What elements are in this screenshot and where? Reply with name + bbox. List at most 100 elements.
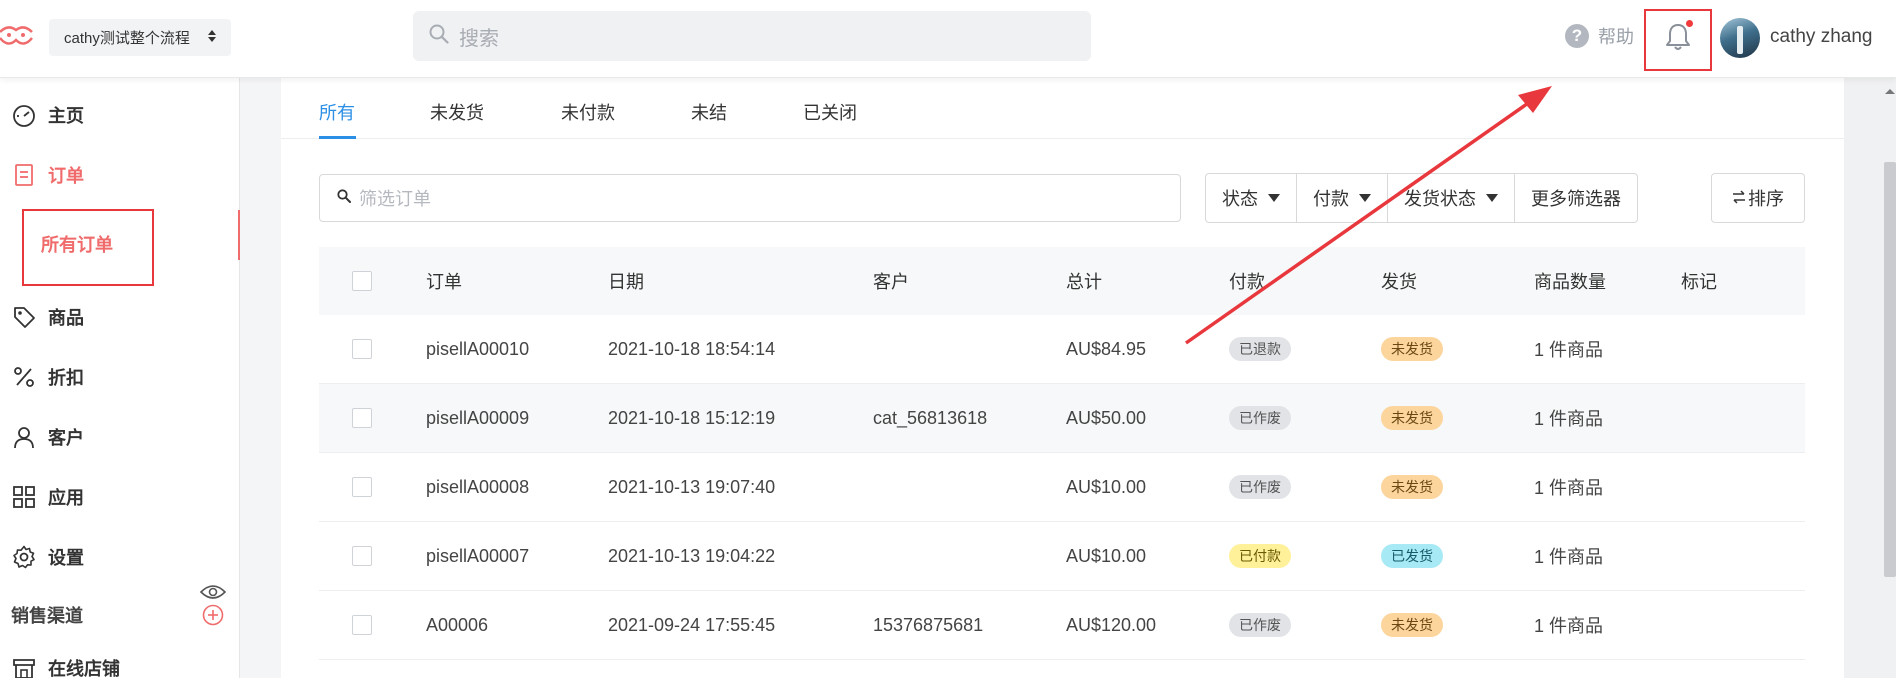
help-link[interactable]: ? 帮助 [1565,23,1634,49]
sidebar-item-label: 应用 [48,488,84,508]
order-customer: cat_56813618 [873,407,988,428]
table-row[interactable]: pisellA00008 2021-10-13 19:07:40 AU$10.0… [319,453,1805,522]
top-bar: cathy测试整个流程 搜索 ? 帮助 cathy zhang [0,0,1896,78]
sidebar-item-discounts[interactable]: 折扣 [0,355,240,399]
table-row[interactable]: pisellA00010 2021-10-18 18:54:14 AU$84.9… [319,315,1805,384]
row-checkbox[interactable] [352,408,372,428]
shipping-status-badge: 未发货 [1381,475,1443,499]
item-count: 1 件商品 [1534,547,1604,567]
sidebar-item-apps[interactable]: 应用 [0,475,240,519]
add-channel-icon[interactable] [202,604,224,631]
sort-button[interactable]: 排序 [1711,173,1805,223]
sidebar-item-online-store[interactable]: 在线店铺 [0,646,240,678]
table-row[interactable]: pisellA00009 2021-10-18 15:12:19 cat_568… [319,384,1805,453]
payment-status-badge: 已作废 [1229,613,1291,637]
dashboard-icon [11,102,37,128]
status-filter-button[interactable]: 状态 [1206,174,1297,222]
sidebar: 主页 订单 所有订单 商品 折扣 客户 应用 设置 销售渠道 在线店铺 [0,78,240,678]
sidebar-subitem-all-orders[interactable]: 所有订单 [22,209,154,286]
shipping-status-badge: 已发货 [1381,544,1443,568]
table-row[interactable]: A00006 2021-09-24 17:55:45 15376875681 A… [319,591,1805,660]
row-checkbox[interactable] [352,615,372,635]
tab-closed[interactable]: 已关闭 [803,99,857,125]
column-header-total[interactable]: 总计 [1066,247,1102,315]
row-checkbox[interactable] [352,339,372,359]
apps-icon [11,484,37,510]
store-name: cathy测试整个流程 [64,30,190,47]
sidebar-item-home[interactable]: 主页 [0,93,240,137]
shipping-status-filter-label: 发货状态 [1404,189,1476,209]
payment-status-badge: 已退款 [1229,337,1291,361]
store-icon [11,655,37,678]
order-date: 2021-10-18 18:54:14 [608,338,776,359]
shipping-status-filter-button[interactable]: 发货状态 [1388,174,1515,222]
global-search-input[interactable]: 搜索 [413,11,1091,61]
sidebar-item-label: 订单 [48,166,84,186]
active-tab-underline [319,136,356,139]
payment-filter-label: 付款 [1313,189,1349,209]
sidebar-item-settings[interactable]: 设置 [0,535,240,579]
order-number[interactable]: pisellA00007 [426,522,529,590]
payment-status-badge: 已付款 [1229,544,1291,568]
item-count: 1 件商品 [1534,409,1604,429]
filter-placeholder: 筛选订单 [359,189,431,209]
sidebar-subitem-label: 所有订单 [41,235,113,255]
column-header-payment[interactable]: 付款 [1229,247,1265,315]
sidebar-item-orders[interactable]: 订单 [0,153,240,197]
scroll-up-arrow-icon[interactable] [1884,82,1896,100]
sidebar-item-customers[interactable]: 客户 [0,415,240,459]
tag-icon [11,304,37,330]
user-name[interactable]: cathy zhang [1770,26,1872,48]
sidebar-item-label: 客户 [48,428,84,448]
column-header-date[interactable]: 日期 [608,247,644,315]
store-selector[interactable]: cathy测试整个流程 [49,19,231,56]
sales-channel-title: 销售渠道 [11,606,83,626]
item-count: 1 件商品 [1534,340,1604,360]
row-checkbox[interactable] [352,477,372,497]
filter-button-group: 状态 付款 发货状态 更多筛选器 [1205,173,1638,223]
order-date: 2021-10-13 19:07:40 [608,476,776,497]
eye-icon[interactable] [199,583,227,606]
logo-icon[interactable] [0,22,34,52]
column-header-customer[interactable]: 客户 [873,247,909,315]
order-total: AU$120.00 [1066,614,1157,635]
search-placeholder: 搜索 [459,27,499,50]
caret-down-icon [1359,194,1371,202]
shipping-status-badge: 未发货 [1381,406,1443,430]
order-customer: 15376875681 [873,614,984,635]
column-header-order[interactable]: 订单 [426,247,462,315]
tab-all[interactable]: 所有 [319,99,355,125]
order-number[interactable]: pisellA00008 [426,453,529,521]
table-row[interactable]: pisellA00007 2021-10-13 19:04:22 AU$10.0… [319,522,1805,591]
payment-filter-button[interactable]: 付款 [1297,174,1388,222]
sort-label: 排序 [1748,189,1784,209]
user-icon [11,424,37,450]
gear-icon [11,544,37,570]
select-all-checkbox[interactable] [352,271,372,291]
filter-orders-input[interactable]: 筛选订单 [319,174,1181,222]
sidebar-item-label: 折扣 [48,368,84,388]
tab-open[interactable]: 未结 [691,99,727,125]
avatar[interactable] [1720,18,1760,58]
column-header-shipping[interactable]: 发货 [1381,247,1417,315]
order-total: AU$10.00 [1066,545,1147,566]
tab-unpaid[interactable]: 未付款 [561,99,615,125]
order-total: AU$10.00 [1066,476,1147,497]
row-checkbox[interactable] [352,546,372,566]
order-icon [11,162,37,188]
sidebar-item-products[interactable]: 商品 [0,295,240,339]
item-count: 1 件商品 [1534,616,1604,636]
sidebar-item-label: 主页 [48,106,84,126]
search-icon [337,188,351,208]
notification-bell-icon[interactable] [1665,22,1691,57]
order-number[interactable]: pisellA00009 [426,384,529,452]
column-header-tags[interactable]: 标记 [1681,247,1717,315]
scrollbar-thumb[interactable] [1884,162,1896,577]
column-header-quantity[interactable]: 商品数量 [1534,247,1606,315]
tab-unshipped[interactable]: 未发货 [430,99,484,125]
order-number[interactable]: A00006 [426,591,488,659]
caret-down-icon [1486,194,1498,202]
order-number[interactable]: pisellA00010 [426,315,529,383]
more-filters-button[interactable]: 更多筛选器 [1515,174,1637,222]
sort-icon [1732,188,1746,209]
